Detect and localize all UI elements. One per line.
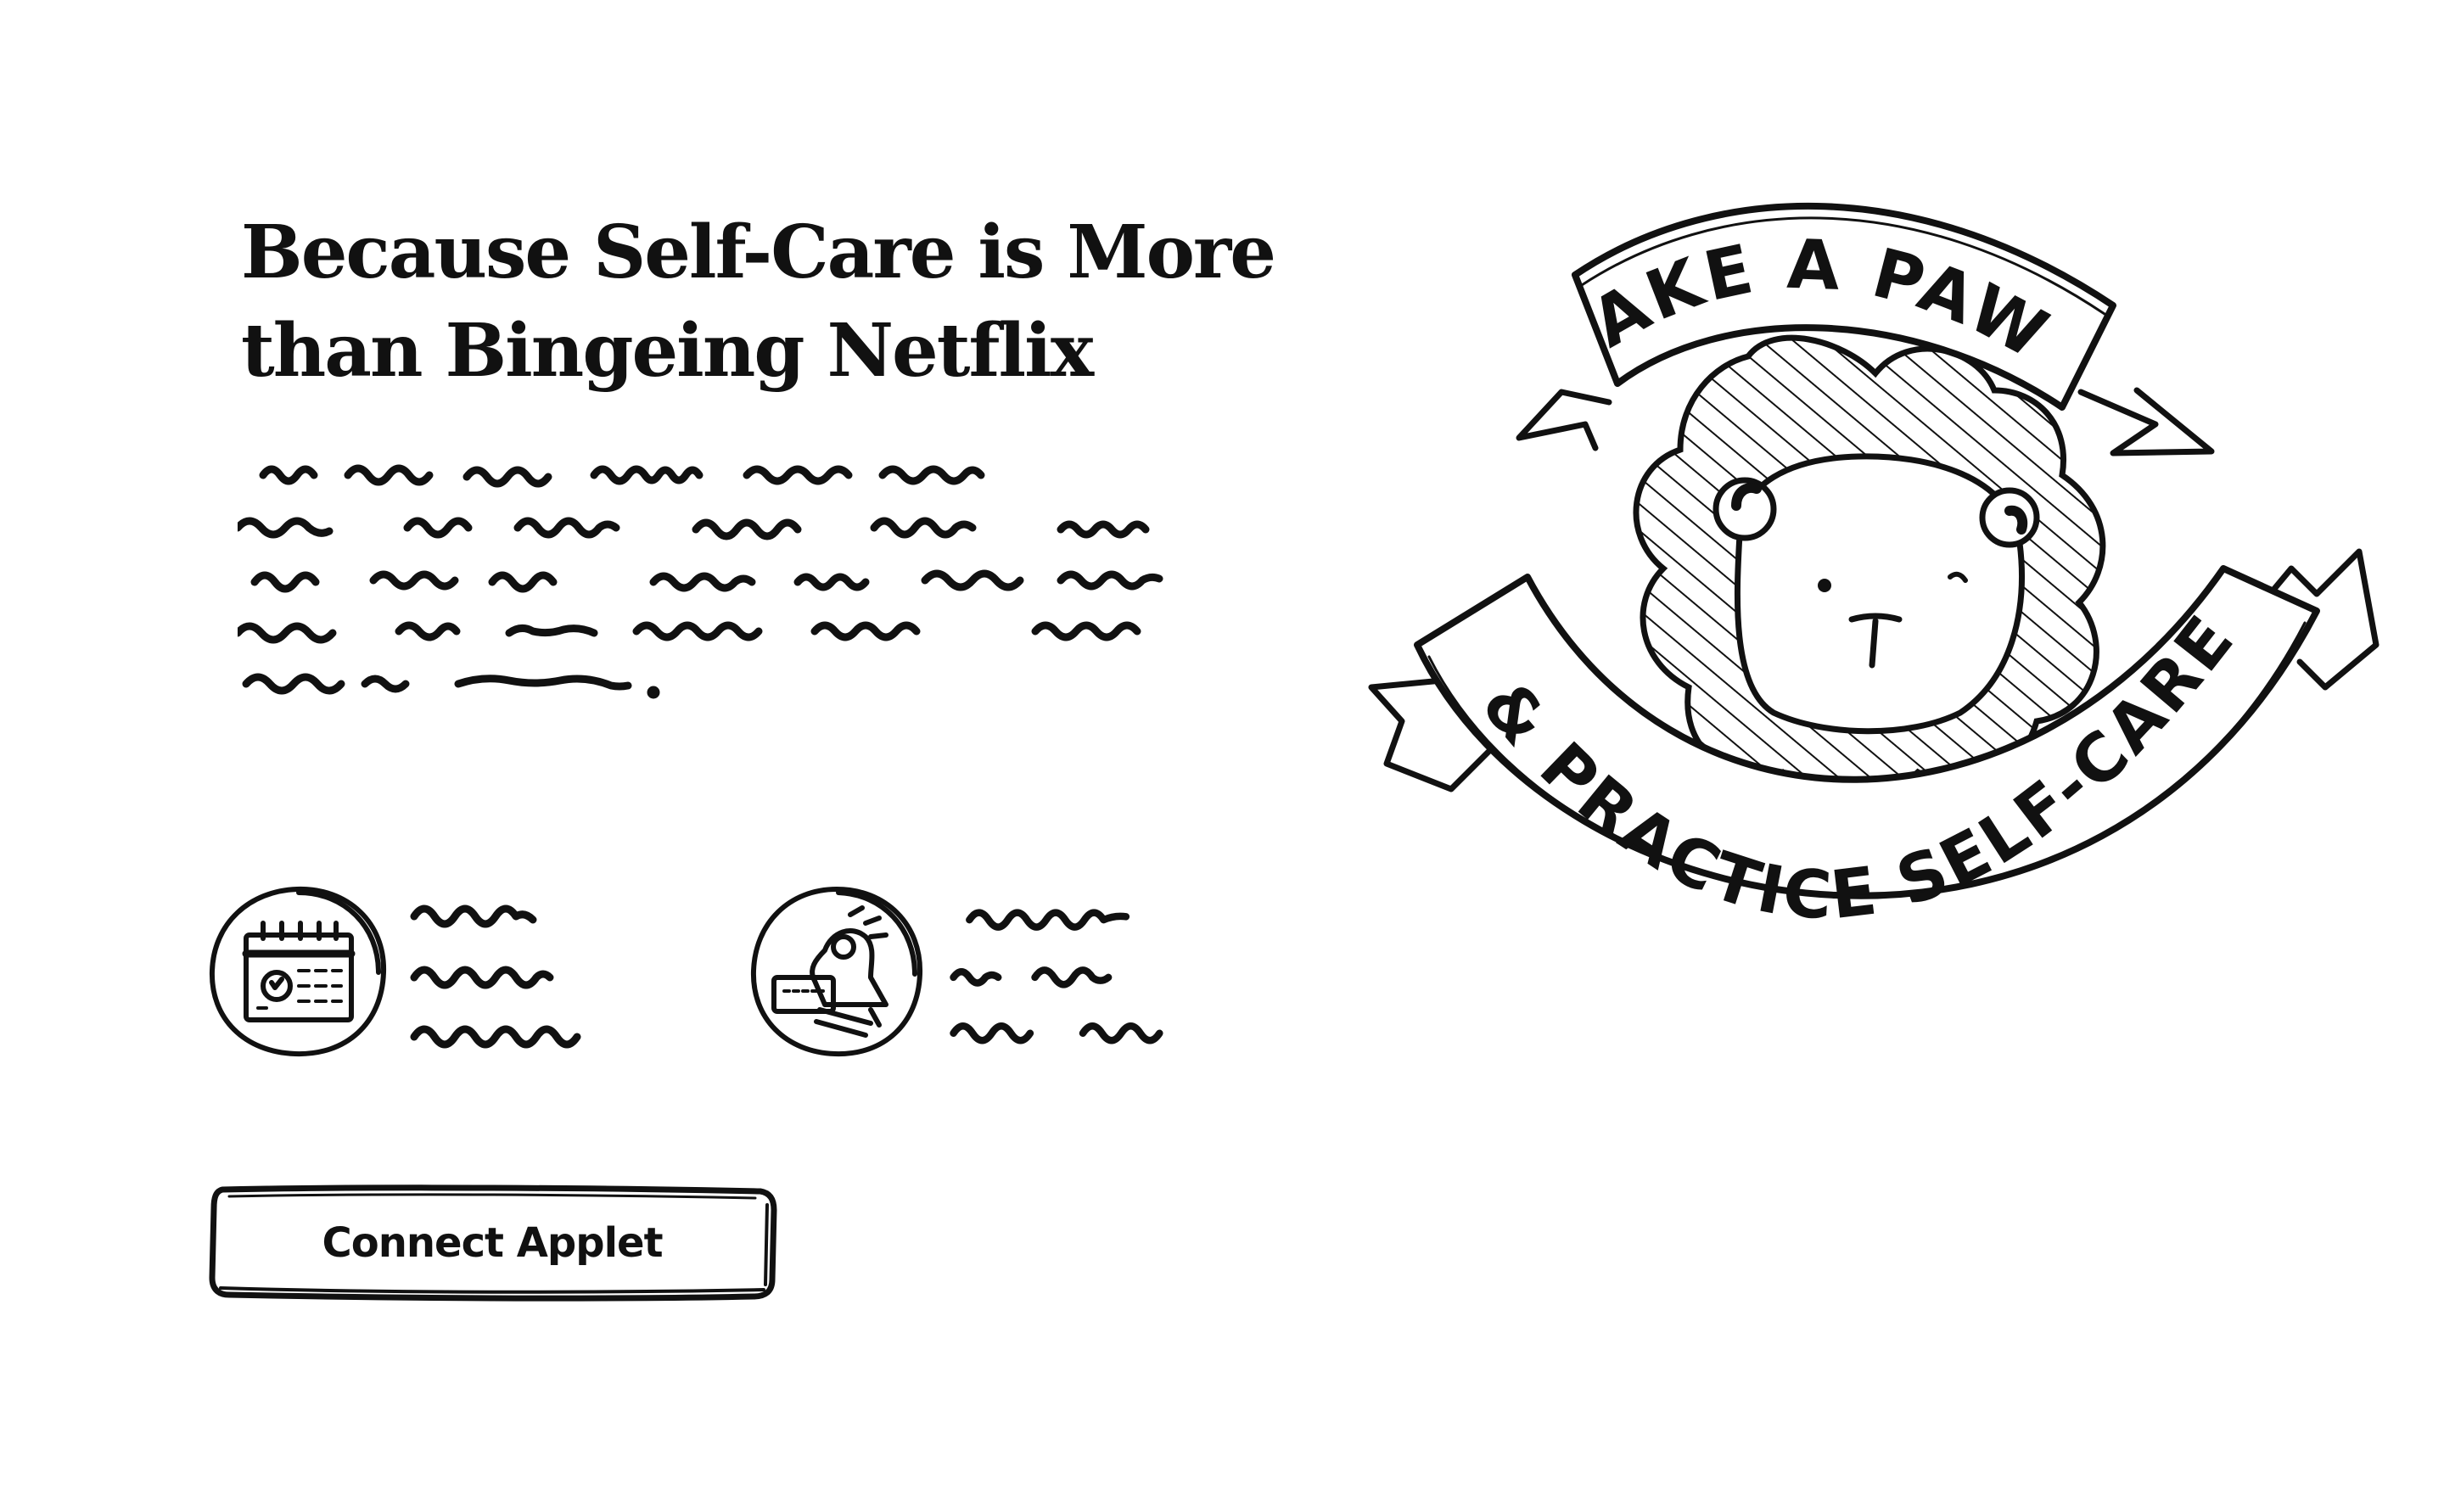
placeholder-description-scribble — [238, 464, 1163, 699]
page-title-line-1: Because Self-Care is More — [241, 210, 1276, 295]
hero-illustration: TAKE A PAWS & PRACTICE SELF-CARE — [1366, 170, 2380, 935]
connect-applet-button[interactable]: Connect Applet — [204, 1179, 781, 1307]
notification-bell-icon — [750, 887, 923, 1057]
connect-button-label: Connect Applet — [322, 1219, 663, 1267]
feature-item-notification — [743, 882, 1253, 1069]
feature-description-scribble — [950, 909, 1163, 1044]
page-title-line-2: than Bingeing Netflix — [241, 308, 1094, 394]
applet-details: Because Self-Care is More than Bingeing … — [204, 204, 1276, 1358]
feature-item-schedule — [204, 882, 679, 1069]
feature-description-scribble — [410, 904, 581, 1049]
calendar-icon — [209, 886, 387, 1057]
bear-face-icon — [1712, 453, 2040, 735]
page-title: Because Self-Care is More than Bingeing … — [241, 204, 1276, 400]
applet-page: Because Self-Care is More than Bingeing … — [0, 0, 2444, 1512]
